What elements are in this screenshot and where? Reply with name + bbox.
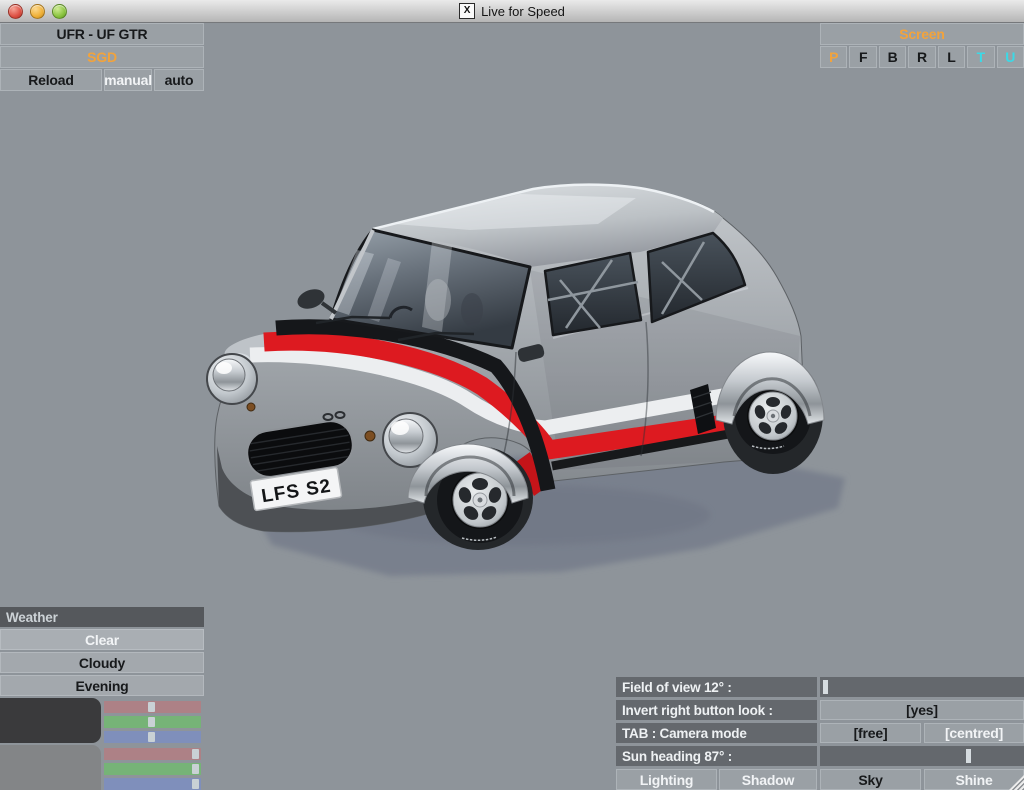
weather-option-clear[interactable]: Clear — [0, 629, 204, 650]
slider-handle[interactable] — [147, 717, 155, 727]
sun-heading-slider[interactable] — [820, 746, 1024, 766]
manual-button[interactable]: manual — [104, 69, 152, 91]
screen-button-f[interactable]: F — [849, 46, 877, 68]
screen-button-u[interactable]: U — [996, 46, 1024, 68]
screen-button-t[interactable]: T — [967, 46, 995, 68]
screen-button-r[interactable]: R — [908, 46, 936, 68]
indicator-right — [364, 430, 376, 442]
mirror-left — [297, 289, 338, 315]
screen-button-b[interactable]: B — [878, 46, 907, 68]
weather-panel-title: Weather — [0, 607, 204, 627]
sun-heading-slider-handle[interactable] — [965, 749, 971, 763]
shine-button[interactable]: Shine — [924, 769, 1024, 790]
sun-heading-label: Sun heading 87° : — [616, 746, 817, 766]
red-slider[interactable] — [104, 748, 201, 760]
screen-button-p[interactable]: P — [820, 46, 848, 68]
lighting-button[interactable]: Lighting — [616, 769, 717, 790]
zoom-button[interactable] — [52, 4, 67, 19]
slider-handle[interactable] — [192, 779, 200, 789]
fov-slider-handle[interactable] — [823, 680, 829, 694]
screen-panel-title: Screen — [820, 23, 1024, 45]
screen-button-l[interactable]: L — [937, 46, 966, 68]
slider-handle[interactable] — [147, 702, 155, 712]
x11-app-icon: X — [459, 3, 476, 19]
slider-handle[interactable] — [192, 749, 200, 759]
screen-buttons: P F B R L T U — [820, 46, 1024, 68]
red-slider[interactable] — [104, 701, 201, 713]
camera-free-button[interactable]: [free] — [820, 723, 921, 743]
invert-look-value-button[interactable]: [yes] — [820, 700, 1024, 720]
vehicle-select-button[interactable]: UFR - UF GTR — [0, 23, 204, 45]
sky-button[interactable]: Sky — [820, 769, 921, 790]
weather-option-cloudy[interactable]: Cloudy — [0, 652, 204, 673]
lfs-garage-screen: { "window": { "title": "Live for Speed",… — [0, 0, 1024, 790]
shadow-button[interactable]: Shadow — [719, 769, 817, 790]
color-swatch-gray[interactable] — [0, 745, 101, 790]
fov-label: Field of view 12° : — [616, 677, 817, 697]
blue-slider[interactable] — [104, 778, 201, 790]
camera-centred-button[interactable]: [centred] — [924, 723, 1024, 743]
window-title: Live for Speed — [481, 3, 565, 19]
fov-slider[interactable] — [820, 677, 1024, 697]
indicator-left — [246, 402, 256, 412]
camera-mode-label: TAB : Camera mode — [616, 723, 817, 743]
weather-option-evening[interactable]: Evening — [0, 675, 204, 696]
slider-handle[interactable] — [192, 764, 200, 774]
headlight-left — [206, 353, 258, 405]
blue-slider[interactable] — [104, 731, 201, 743]
invert-look-label: Invert right button look : — [616, 700, 817, 720]
close-button[interactable] — [8, 4, 23, 19]
skin-select-button[interactable]: SGD — [0, 46, 204, 68]
slider-handle[interactable] — [147, 732, 155, 742]
color-swatch-dark[interactable] — [0, 698, 101, 743]
minimize-button[interactable] — [30, 4, 45, 19]
green-slider[interactable] — [104, 716, 201, 728]
auto-button[interactable]: auto — [154, 69, 204, 91]
window-titlebar: X Live for Speed — [0, 0, 1024, 23]
window-controls — [8, 4, 67, 19]
green-slider[interactable] — [104, 763, 201, 775]
reload-button[interactable]: Reload — [0, 69, 102, 91]
